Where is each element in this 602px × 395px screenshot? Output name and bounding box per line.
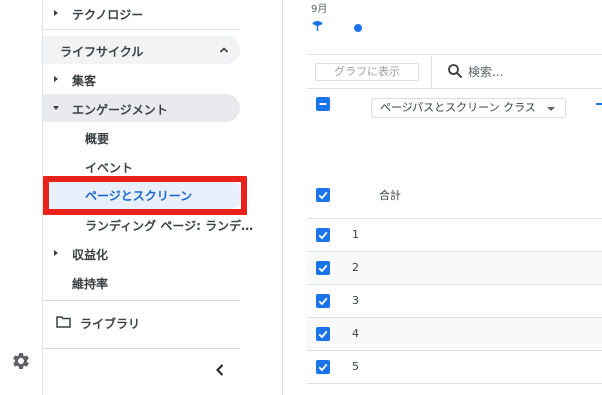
- nav-item-label: テクノロジー: [72, 8, 144, 22]
- check-icon: [318, 297, 328, 306]
- icon-rail: [0, 0, 43, 395]
- nav-item-label: 収益化: [72, 248, 109, 262]
- nav-item-label: 概要: [85, 132, 110, 146]
- table-row[interactable]: 2: [307, 251, 602, 284]
- row-checkbox[interactable]: [316, 327, 330, 341]
- check-icon: [318, 231, 328, 240]
- expand-arrow-icon: [54, 10, 58, 16]
- divider: [43, 348, 240, 349]
- search-icon: [448, 64, 463, 79]
- expand-arrow-icon: [54, 250, 58, 256]
- plot-rows-button[interactable]: グラフに表示: [315, 63, 419, 81]
- chevron-left-icon[interactable]: [213, 362, 227, 378]
- row-number: 4: [352, 327, 359, 340]
- dimension-select-value: ページパスとスクリーン クラス: [380, 101, 536, 114]
- nav-item-label: 集客: [72, 74, 97, 88]
- search-input[interactable]: [468, 63, 588, 81]
- check-icon: [318, 264, 328, 273]
- select-all-checkbox[interactable]: [316, 97, 330, 111]
- row-number: 5: [352, 360, 359, 373]
- nav-item-label: ランディング ページ: ランデ…: [85, 219, 254, 233]
- highlight-frame: [43, 176, 247, 215]
- dimension-select[interactable]: ページパスとスクリーン クラス: [371, 98, 566, 118]
- total-label: 合計: [379, 189, 401, 202]
- add-dimension-icon[interactable]: [596, 103, 602, 105]
- row-number: 1: [352, 228, 359, 241]
- expand-arrow-icon: [54, 76, 58, 82]
- section-lifecycle[interactable]: ライフサイクル: [43, 36, 240, 64]
- nav-item-label: 維持率: [72, 277, 109, 291]
- row-number: 3: [352, 294, 359, 307]
- divider: [307, 88, 602, 89]
- chart-date-label: 9月: [311, 4, 328, 15]
- divider: [431, 56, 432, 88]
- divider: [307, 54, 602, 55]
- table-row[interactable]: 5: [307, 350, 602, 383]
- row-checkbox[interactable]: [316, 261, 330, 275]
- table-row[interactable]: 4: [307, 317, 602, 350]
- table-row[interactable]: 3: [307, 284, 602, 317]
- folder-icon: [56, 316, 71, 328]
- dropdown-caret-icon: [547, 107, 555, 111]
- row-checkbox[interactable]: [316, 294, 330, 308]
- check-icon: [318, 191, 328, 200]
- report-main: 9月 グラフに表示 ページパスとスクリーン クラス 合計 1 2: [283, 0, 602, 395]
- divider: [43, 300, 240, 301]
- collapse-arrow-icon: [53, 106, 59, 110]
- nav-item-label: イベント: [85, 161, 134, 175]
- check-icon: [318, 330, 328, 339]
- minus-icon: [319, 103, 327, 105]
- chevron-up-icon: [219, 47, 229, 53]
- nav-item-label: エンゲージメント: [72, 103, 168, 117]
- gear-icon[interactable]: [11, 351, 31, 371]
- check-icon: [318, 363, 328, 372]
- table-row[interactable]: [307, 383, 602, 395]
- total-checkbox[interactable]: [316, 188, 330, 202]
- legend-marker-icon: [312, 21, 323, 31]
- row-number: 2: [352, 261, 359, 274]
- nav-item-label: ライブラリ: [80, 317, 141, 331]
- legend-dot: [354, 24, 362, 32]
- section-title: ライフサイクル: [60, 45, 144, 59]
- table-row[interactable]: 1: [307, 218, 602, 251]
- nav-item-engagement[interactable]: エンゲージメント: [43, 94, 240, 122]
- row-checkbox[interactable]: [316, 360, 330, 374]
- row-checkbox[interactable]: [316, 228, 330, 242]
- divider: [43, 29, 240, 30]
